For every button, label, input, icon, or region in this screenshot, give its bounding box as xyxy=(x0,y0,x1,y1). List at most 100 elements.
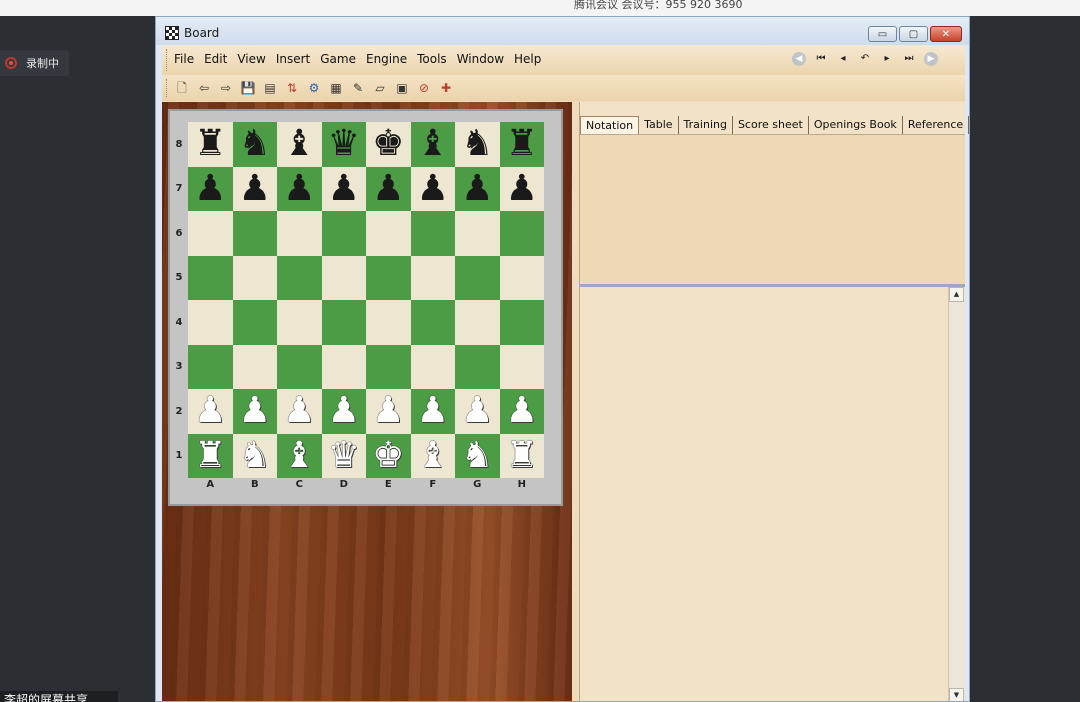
menu-item-view[interactable]: View xyxy=(237,52,265,66)
black-pawn-icon[interactable]: ♟ xyxy=(194,170,226,207)
square-g1[interactable]: ♞ xyxy=(455,433,500,478)
white-pawn-icon[interactable]: ♟ xyxy=(461,393,493,429)
square-b6[interactable] xyxy=(232,211,277,256)
flip-board-icon[interactable]: ✚ xyxy=(438,80,454,96)
black-bishop-icon[interactable]: ♝ xyxy=(283,126,315,162)
menubar-grip-icon[interactable] xyxy=(166,49,168,71)
square-e3[interactable] xyxy=(366,344,411,389)
camera-icon[interactable]: ▣ xyxy=(394,80,410,96)
square-h8[interactable]: ♜ xyxy=(499,122,544,167)
tab-table[interactable]: Table xyxy=(639,116,679,134)
square-a4[interactable] xyxy=(188,300,233,345)
black-pawn-icon[interactable]: ♟ xyxy=(239,170,271,207)
white-bishop-icon[interactable]: ♝ xyxy=(417,437,449,474)
black-king-icon[interactable]: ♚ xyxy=(372,126,404,162)
tab-score-sheet[interactable]: Score sheet xyxy=(733,116,809,134)
square-f8[interactable]: ♝ xyxy=(410,122,455,167)
square-d2[interactable]: ♟ xyxy=(321,389,366,434)
menu-item-help[interactable]: Help xyxy=(514,52,541,66)
white-rook-icon[interactable]: ♜ xyxy=(194,437,226,474)
white-pawn-icon[interactable]: ♟ xyxy=(239,393,271,429)
undo-icon[interactable]: ↶ xyxy=(858,52,872,66)
next-move-icon[interactable]: ▸ xyxy=(880,52,894,66)
pencil-icon[interactable]: ✎ xyxy=(350,80,366,96)
properties-icon[interactable]: ▦ xyxy=(328,80,344,96)
menu-item-file[interactable]: File xyxy=(174,52,194,66)
white-knight-icon[interactable]: ♞ xyxy=(239,437,271,474)
square-d1[interactable]: ♛ xyxy=(321,433,366,478)
square-a3[interactable] xyxy=(188,344,233,389)
square-f2[interactable]: ♟ xyxy=(410,389,455,434)
menu-item-game[interactable]: Game xyxy=(320,52,356,66)
database-icon[interactable]: ▤ xyxy=(262,80,278,96)
sort-icon[interactable]: ⇅ xyxy=(284,80,300,96)
white-king-icon[interactable]: ♚ xyxy=(372,437,404,474)
menu-item-edit[interactable]: Edit xyxy=(204,52,227,66)
square-f3[interactable] xyxy=(410,344,455,389)
toolbar-grip-icon[interactable] xyxy=(166,79,168,97)
back-round-icon[interactable]: ◀ xyxy=(792,52,806,66)
tab-notation[interactable]: Notation xyxy=(580,116,640,134)
square-h2[interactable]: ♟ xyxy=(499,389,544,434)
square-h4[interactable] xyxy=(499,300,544,345)
prev-move-icon[interactable]: ◂ xyxy=(836,52,850,66)
square-g8[interactable]: ♞ xyxy=(455,122,500,167)
maximize-button[interactable]: ▢ xyxy=(899,26,928,42)
square-e5[interactable] xyxy=(366,255,411,300)
black-pawn-icon[interactable]: ♟ xyxy=(372,170,404,207)
square-g4[interactable] xyxy=(455,300,500,345)
square-c8[interactable]: ♝ xyxy=(277,122,322,167)
new-document-icon[interactable]: 🗋 xyxy=(174,80,190,96)
tab-openings-book[interactable]: Openings Book xyxy=(809,116,903,134)
square-d6[interactable] xyxy=(321,211,366,256)
square-e6[interactable] xyxy=(366,211,411,256)
menu-item-engine[interactable]: Engine xyxy=(366,52,407,66)
square-h7[interactable]: ♟ xyxy=(499,166,544,211)
square-d3[interactable] xyxy=(321,344,366,389)
square-h1[interactable]: ♜ xyxy=(499,433,544,478)
eraser-icon[interactable]: ▱ xyxy=(372,80,388,96)
scroll-up-button[interactable]: ▲ xyxy=(949,287,964,302)
recording-badge[interactable]: 录制中 xyxy=(0,50,69,76)
square-c7[interactable]: ♟ xyxy=(277,166,322,211)
square-h5[interactable] xyxy=(499,255,544,300)
square-f7[interactable]: ♟ xyxy=(410,166,455,211)
square-a5[interactable] xyxy=(188,255,233,300)
square-a7[interactable]: ♟ xyxy=(188,166,233,211)
tab-reference[interactable]: Reference xyxy=(903,116,969,134)
square-f4[interactable] xyxy=(410,300,455,345)
square-a6[interactable] xyxy=(188,211,233,256)
black-rook-icon[interactable]: ♜ xyxy=(506,126,538,162)
back-arrow-icon[interactable]: ⇦ xyxy=(196,80,212,96)
black-rook-icon[interactable]: ♜ xyxy=(194,126,226,162)
scroll-down-button[interactable]: ▼ xyxy=(949,688,964,701)
square-g6[interactable] xyxy=(455,211,500,256)
square-b8[interactable]: ♞ xyxy=(232,122,277,167)
square-c5[interactable] xyxy=(277,255,322,300)
close-button[interactable]: ✕ xyxy=(930,26,962,42)
black-pawn-icon[interactable]: ♟ xyxy=(506,170,538,207)
white-queen-icon[interactable]: ♛ xyxy=(328,437,360,474)
square-c3[interactable] xyxy=(277,344,322,389)
square-g3[interactable] xyxy=(455,344,500,389)
black-bishop-icon[interactable]: ♝ xyxy=(417,126,449,162)
black-pawn-icon[interactable]: ♟ xyxy=(283,170,315,207)
last-move-icon[interactable]: ⏭ xyxy=(902,52,916,66)
white-pawn-icon[interactable]: ♟ xyxy=(417,393,449,429)
square-a2[interactable]: ♟ xyxy=(188,389,233,434)
square-c2[interactable]: ♟ xyxy=(277,389,322,434)
square-b7[interactable]: ♟ xyxy=(232,166,277,211)
square-b4[interactable] xyxy=(232,300,277,345)
square-d8[interactable]: ♛ xyxy=(321,122,366,167)
square-g2[interactable]: ♟ xyxy=(455,389,500,434)
square-c1[interactable]: ♝ xyxy=(277,433,322,478)
square-c6[interactable] xyxy=(277,211,322,256)
white-bishop-icon[interactable]: ♝ xyxy=(283,437,315,474)
square-d7[interactable]: ♟ xyxy=(321,166,366,211)
square-e7[interactable]: ♟ xyxy=(366,166,411,211)
white-knight-icon[interactable]: ♞ xyxy=(461,437,493,474)
square-c4[interactable] xyxy=(277,300,322,345)
forward-arrow-icon[interactable]: ⇨ xyxy=(218,80,234,96)
menu-item-insert[interactable]: Insert xyxy=(276,52,310,66)
square-d4[interactable] xyxy=(321,300,366,345)
